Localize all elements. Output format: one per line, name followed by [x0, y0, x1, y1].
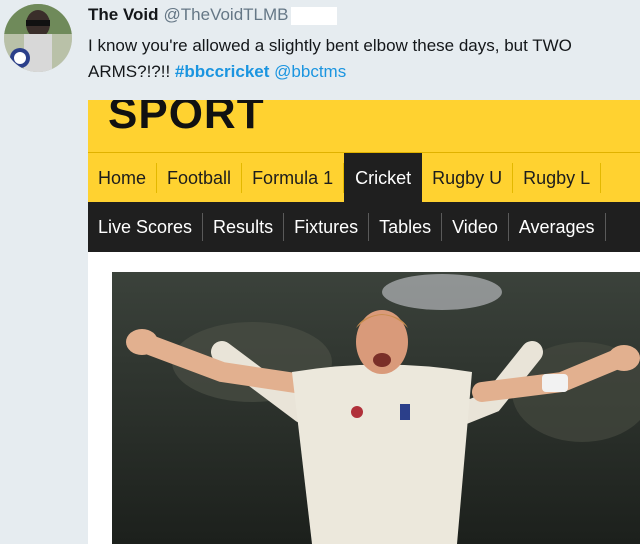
display-name[interactable]: The Void	[88, 5, 159, 24]
tweet-text-line-2: ARMS?!?!! #bbccricket @bbctms	[88, 59, 640, 85]
redaction-box	[290, 6, 337, 25]
nav-item-cricket: Cricket	[344, 152, 423, 203]
subnav-item-results: Results	[203, 213, 285, 241]
mention-link[interactable]: @bbctms	[274, 62, 346, 81]
avatar[interactable]	[4, 4, 72, 72]
avatar-image	[4, 4, 72, 72]
user-handle[interactable]: @TheVoidTLMB	[164, 5, 289, 24]
primary-nav: Home Football Formula 1 Cricket Rugby U …	[88, 152, 640, 203]
tweet-text-line-2-prefix: ARMS?!?!!	[88, 62, 175, 81]
tweet: The Void @TheVoidTLMB I know you're allow…	[0, 0, 640, 544]
tweet-text: I know you're allowed a slightly bent el…	[88, 33, 640, 85]
nav-item-rugby-league: Rugby L	[513, 162, 602, 193]
subnav-item-video: Video	[442, 213, 509, 241]
nav-item-home: Home	[88, 162, 158, 193]
tweet-header: The Void @TheVoidTLMB	[88, 5, 337, 25]
hashtag-link[interactable]: #bbccricket	[175, 62, 270, 81]
subnav-item-live-scores: Live Scores	[88, 213, 204, 241]
attached-image[interactable]: SPORT Home Football Formula 1 Cricket Ru…	[88, 100, 640, 544]
cricket-photo	[112, 272, 640, 544]
secondary-nav: Live Scores Results Fixtures Tables Vide…	[88, 202, 640, 252]
nav-item-formula-1: Formula 1	[242, 162, 345, 193]
subnav-item-tables: Tables	[369, 213, 443, 241]
subnav-item-fixtures: Fixtures	[284, 213, 370, 241]
cricketer-appeal-illustration	[112, 272, 640, 544]
bbc-sport-header: SPORT	[88, 100, 640, 152]
subnav-item-averages: Averages	[509, 213, 606, 241]
nav-item-rugby-union: Rugby U	[422, 162, 514, 193]
sport-logo: SPORT	[108, 100, 265, 138]
nav-item-football: Football	[157, 162, 243, 193]
tweet-text-line-1: I know you're allowed a slightly bent el…	[88, 36, 572, 55]
